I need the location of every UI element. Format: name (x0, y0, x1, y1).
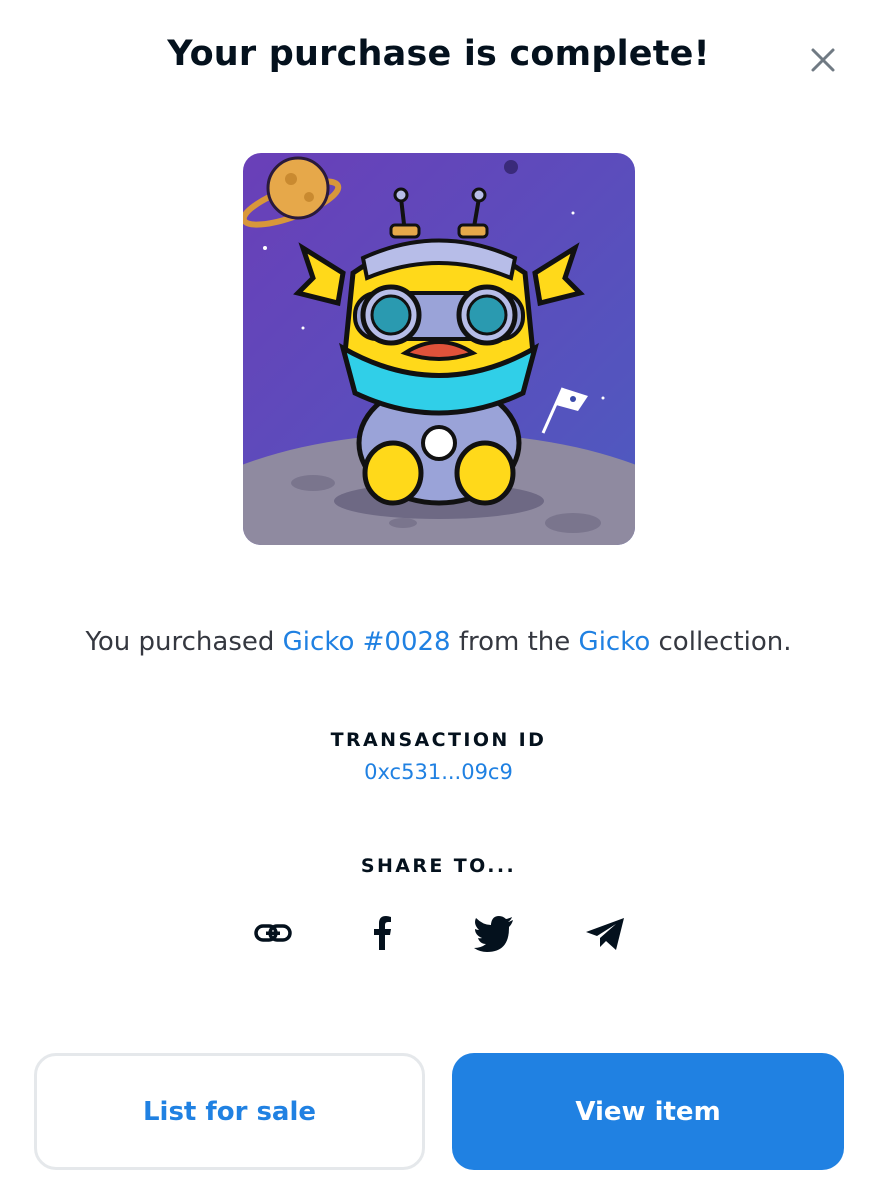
purchase-middle: from the (450, 627, 579, 657)
collection-name-link[interactable]: Gicko (579, 627, 651, 657)
link-icon[interactable] (250, 910, 296, 956)
view-item-button[interactable]: View item (452, 1053, 844, 1170)
modal-title: Your purchase is complete! (167, 34, 710, 74)
item-name-link[interactable]: Gicko #0028 (283, 627, 451, 657)
share-label: SHARE TO... (360, 855, 517, 877)
purchase-complete-modal: Your purchase is complete! You purchased… (0, 0, 877, 1200)
purchase-summary: You purchased Gicko #0028 from the Gicko… (0, 627, 877, 657)
facebook-icon[interactable] (359, 910, 405, 956)
nft-gicko-image (243, 153, 635, 545)
transaction-id-link[interactable]: 0xc531...09c9 (0, 760, 877, 784)
close-icon[interactable] (806, 43, 840, 77)
twitter-icon[interactable] (471, 910, 517, 956)
telegram-icon[interactable] (582, 910, 628, 956)
purchase-prefix: You purchased (85, 627, 283, 657)
transaction-id-label: TRANSACTION ID (330, 729, 547, 751)
purchase-suffix: collection. (650, 627, 792, 657)
list-for-sale-button[interactable]: List for sale (34, 1053, 425, 1170)
